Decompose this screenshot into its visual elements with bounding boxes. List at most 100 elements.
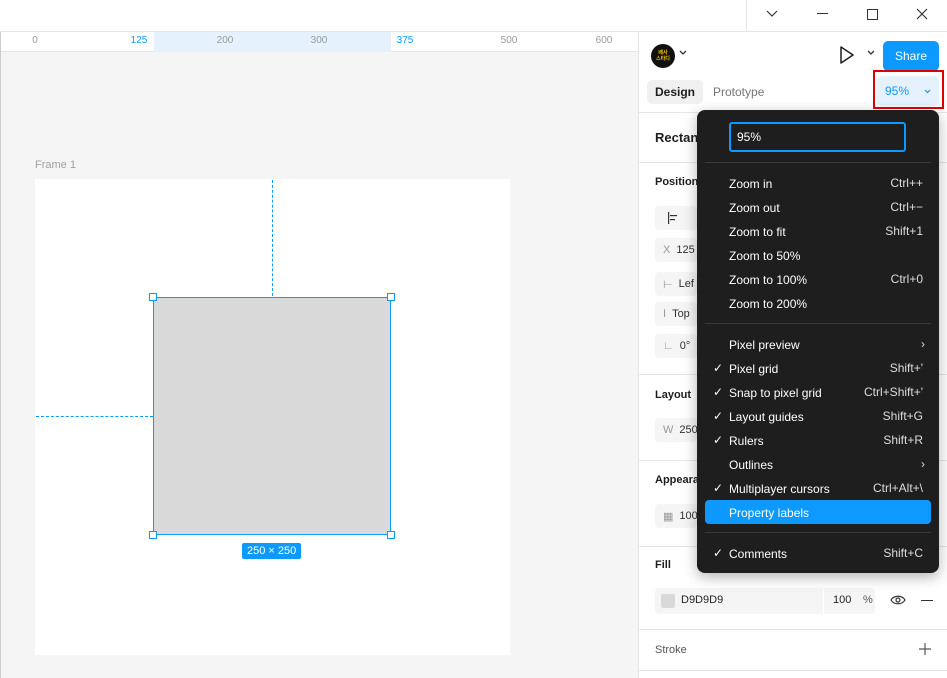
menu-item-zoom-to-50[interactable]: Zoom to 50%: [705, 243, 931, 267]
selected-rectangle[interactable]: [153, 297, 391, 535]
fill-row[interactable]: D9D9D9 100 %: [655, 588, 875, 614]
menu-item-zoom-to-200[interactable]: Zoom to 200%: [705, 291, 931, 315]
dimensions-badge: 250 × 250: [242, 543, 302, 559]
align-left-button[interactable]: [655, 206, 697, 230]
menu-item-label: Pixel preview: [729, 338, 800, 352]
menu-item-label: Zoom to fit: [729, 225, 786, 239]
menu-item-shortcut: Ctrl+Shift+': [864, 385, 923, 399]
menu-item-shortcut: Shift+R: [883, 433, 923, 447]
fill-color-swatch[interactable]: [661, 594, 675, 608]
rotation-value: 0°: [679, 340, 691, 352]
plus-icon[interactable]: [919, 643, 931, 655]
minimize-button[interactable]: [797, 0, 847, 28]
minimize-icon: [816, 13, 828, 14]
menu-item-label: Property labels: [729, 506, 810, 520]
maximize-button[interactable]: [847, 0, 897, 28]
fill-row-divider: [823, 588, 824, 614]
minus-icon[interactable]: [921, 600, 933, 601]
w-value: 250: [679, 424, 697, 436]
x-label: X: [663, 244, 671, 256]
resize-handle-bottom-right[interactable]: [387, 531, 395, 539]
opacity-field[interactable]: ▦ 100: [655, 504, 697, 528]
check-icon: ✓: [713, 385, 724, 399]
x-field[interactable]: X 125: [655, 238, 697, 262]
menu-item-label: Rulers: [729, 434, 764, 448]
menu-item-label: Zoom in: [729, 177, 773, 191]
menu-item-shortcut: Shift+1: [885, 224, 923, 238]
menu-item-shortcut: Ctrl+−: [890, 200, 923, 214]
horizontal-constraint-select[interactable]: ⊢ Lef: [655, 272, 697, 296]
fill-label: Fill: [655, 559, 671, 571]
menu-item-label: Outlines: [729, 458, 774, 472]
avatar[interactable]: 배사 스타디: [651, 44, 675, 68]
maximize-icon: [866, 8, 878, 20]
resize-handle-bottom-left[interactable]: [149, 531, 157, 539]
horizontal-ruler[interactable]: 0 125 200 300 375 500 600: [1, 32, 639, 52]
menu-item-comments[interactable]: ✓ Comments Shift+C: [705, 541, 931, 565]
menu-item-shortcut: Shift+G: [882, 409, 923, 423]
menu-item-shortcut: Shift+': [889, 361, 923, 375]
vertical-measure-guide: [272, 180, 273, 296]
menu-item-label: Snap to pixel grid: [729, 386, 822, 400]
menu-item-pixel-preview[interactable]: Pixel preview ›: [705, 332, 931, 356]
tab-prototype[interactable]: Prototype: [705, 80, 772, 104]
check-icon: ✓: [713, 481, 724, 495]
resize-handle-top-right[interactable]: [387, 293, 395, 301]
zoom-input[interactable]: [729, 122, 906, 152]
rotation-field[interactable]: ∟ 0°: [655, 334, 697, 358]
annotation-highlight-box: [873, 70, 944, 109]
menu-item-label: Zoom out: [729, 201, 780, 215]
menu-item-snap-to-pixel-grid[interactable]: ✓ Snap to pixel grid Ctrl+Shift+': [705, 380, 931, 404]
fill-opacity-value[interactable]: 100: [833, 594, 851, 606]
design-canvas[interactable]: 0 125 200 300 375 500 600 Frame 1 250 × …: [0, 32, 639, 678]
frame-label[interactable]: Frame 1: [35, 159, 76, 171]
menu-divider: [705, 162, 931, 163]
menu-item-outlines[interactable]: Outlines ›: [705, 452, 931, 476]
horizontal-constraint-icon: ⊢: [663, 278, 673, 291]
width-field[interactable]: W 250: [655, 418, 697, 442]
opacity-icon: ▦: [663, 510, 674, 523]
menu-item-label: Zoom to 200%: [729, 297, 808, 311]
menu-item-zoom-to-100[interactable]: Zoom to 100% Ctrl+0: [705, 267, 931, 291]
menu-item-shortcut: Shift+C: [883, 546, 923, 560]
fill-hex-value[interactable]: D9D9D9: [681, 594, 723, 606]
share-button[interactable]: Share: [883, 41, 939, 71]
selection-title: Rectan: [655, 130, 699, 145]
eye-icon[interactable]: [890, 594, 906, 606]
menu-item-shortcut: Ctrl+Alt+\: [872, 481, 923, 495]
menu-item-label: Comments: [729, 547, 788, 561]
menu-item-property-labels[interactable]: Property labels: [705, 500, 931, 524]
check-icon: ✓: [713, 433, 724, 447]
vertical-constraint-select[interactable]: I Top: [655, 302, 697, 326]
menu-divider: [705, 532, 931, 533]
fill-opacity-unit: %: [863, 594, 873, 606]
menu-item-rulers[interactable]: ✓ Rulers Shift+R: [705, 428, 931, 452]
check-icon: ✓: [713, 361, 724, 375]
menu-item-zoom-out[interactable]: Zoom out Ctrl+−: [705, 195, 931, 219]
resize-handle-top-left[interactable]: [149, 293, 157, 301]
chevron-down-icon[interactable]: [679, 50, 687, 56]
chevron-right-icon: ›: [921, 337, 925, 351]
menu-item-zoom-to-fit[interactable]: Zoom to fit Shift+1: [705, 219, 931, 243]
opacity-value: 100: [679, 510, 697, 522]
menu-divider: [705, 323, 931, 324]
ruler-tick: 0: [32, 35, 38, 46]
menu-item-multiplayer-cursors[interactable]: ✓ Multiplayer cursors Ctrl+Alt+\: [705, 476, 931, 500]
menu-item-pixel-grid[interactable]: ✓ Pixel grid Shift+': [705, 356, 931, 380]
close-window-button[interactable]: [897, 0, 947, 28]
stroke-label: Stroke: [655, 644, 687, 656]
menu-item-shortcut: Ctrl+0: [890, 272, 923, 286]
tab-design[interactable]: Design: [647, 80, 704, 104]
ruler-tick-selected: 375: [396, 35, 414, 46]
ruler-tick: 300: [310, 35, 328, 46]
appearance-label: Appeara: [655, 474, 700, 486]
titlebar-dropdown-button[interactable]: [747, 0, 797, 28]
menu-item-label: Layout guides: [729, 410, 804, 424]
menu-item-layout-guides[interactable]: ✓ Layout guides Shift+G: [705, 404, 931, 428]
chevron-down-icon[interactable]: [867, 50, 875, 56]
close-icon: [916, 8, 928, 20]
horizontal-measure-guide: [36, 416, 153, 417]
menu-item-zoom-in[interactable]: Zoom in Ctrl++: [705, 171, 931, 195]
menu-item-label: Multiplayer cursors: [729, 482, 830, 496]
play-icon[interactable]: [839, 46, 855, 64]
